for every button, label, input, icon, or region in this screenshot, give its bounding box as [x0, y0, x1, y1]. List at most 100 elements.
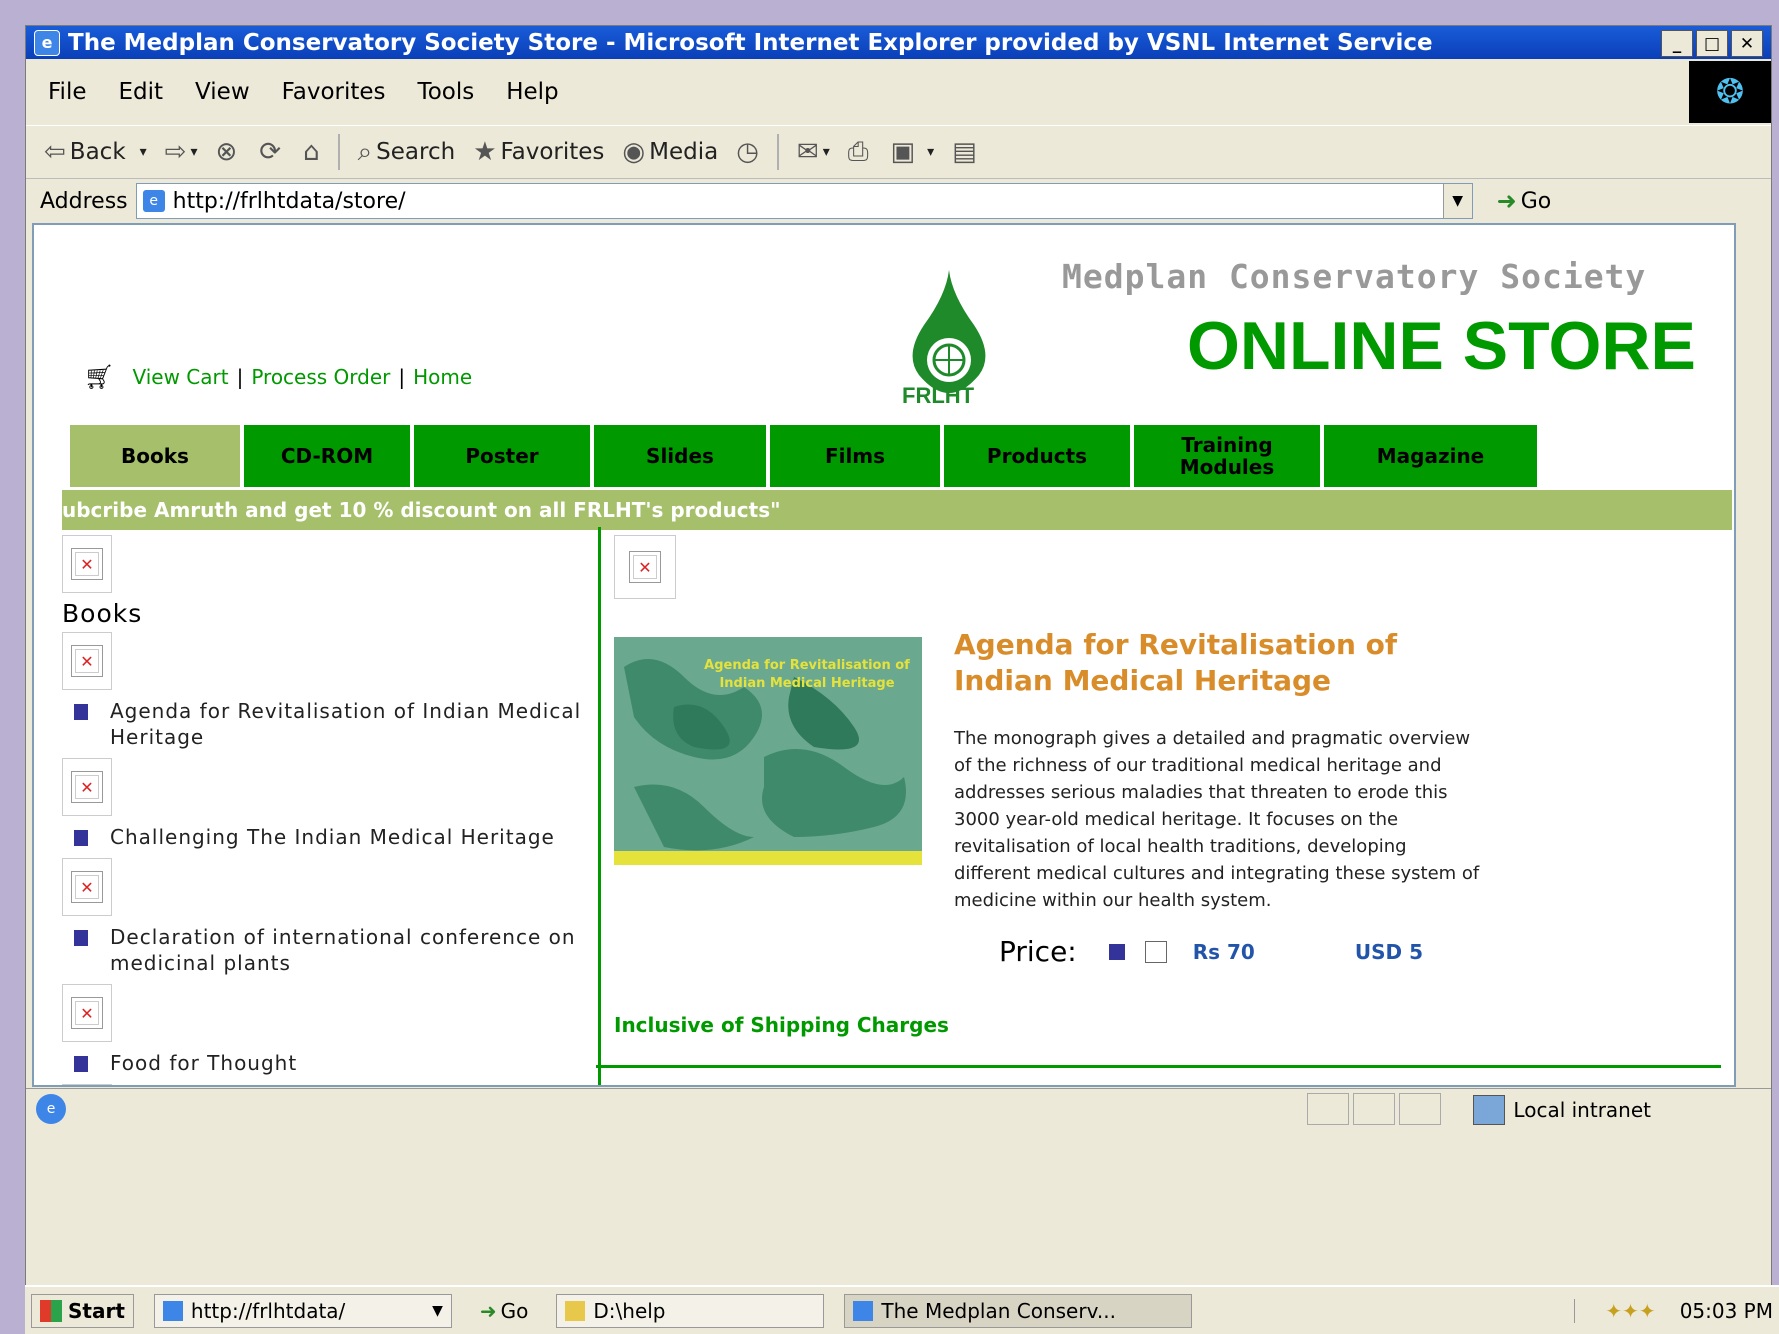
print-button[interactable]: ⎙ — [848, 137, 873, 168]
bullet-icon — [74, 1056, 88, 1072]
menu-view[interactable]: View — [195, 79, 250, 105]
bullet-icon — [74, 830, 88, 846]
frlht-logo[interactable]: FRLHT — [894, 265, 1004, 415]
media-button[interactable]: ◉ Media — [622, 137, 718, 167]
price-label: Price: — [999, 935, 1077, 968]
ie-icon — [853, 1300, 874, 1321]
go-arrow-icon: ➜ — [479, 1298, 497, 1323]
sidebar-book-link[interactable]: Challenging The Indian Medical Heritage — [74, 824, 607, 850]
mail-icon: ✉ — [796, 137, 819, 167]
tab-training-modules[interactable]: Training Modules — [1134, 425, 1320, 487]
maximize-button[interactable]: □ — [1696, 30, 1728, 57]
address-input[interactable]: e http://frlhtdata/store/ ▼ — [135, 183, 1473, 219]
broken-image: ✕ — [62, 758, 112, 816]
tab-books[interactable]: Books — [70, 425, 240, 487]
discuss-icon: ▤ — [952, 137, 977, 167]
broken-image-icon: ✕ — [71, 997, 103, 1029]
menu-edit[interactable]: Edit — [119, 79, 164, 105]
history-button[interactable]: ◷ — [736, 137, 763, 167]
status-cells — [1307, 1093, 1441, 1125]
broken-image-icon: ✕ — [629, 551, 661, 583]
address-dropdown-icon[interactable]: ▼ — [1442, 184, 1472, 218]
folder-icon — [565, 1300, 586, 1321]
sidebar: ✕ Books ✕ Agenda for Revitalisation of I… — [62, 535, 607, 1085]
home-button[interactable]: ⌂ — [303, 137, 324, 167]
toolbar-separator — [776, 134, 779, 170]
security-zone: Local intranet — [1473, 1095, 1651, 1125]
process-order-link[interactable]: Process Order — [251, 365, 390, 389]
discuss-button[interactable]: ▤ — [952, 137, 981, 167]
favorites-button[interactable]: ★ Favorites — [473, 137, 604, 167]
go-button[interactable]: ➜ Go — [1497, 187, 1552, 215]
menu-tools[interactable]: Tools — [418, 79, 475, 105]
back-arrow-icon: ⇦ — [44, 137, 66, 167]
tab-slides[interactable]: Slides — [594, 425, 766, 487]
edit-button[interactable]: ▣ ▾ — [891, 137, 935, 167]
clock: 05:03 PM — [1679, 1298, 1773, 1323]
search-icon: ⌕ — [357, 136, 373, 167]
close-button[interactable]: ✕ — [1731, 30, 1763, 57]
chevron-down-icon[interactable]: ▾ — [190, 144, 197, 160]
chevron-down-icon[interactable]: ▾ — [140, 144, 147, 160]
broken-image: ✕ — [614, 535, 676, 599]
system-tray: ✦✦✦ 05:03 PM — [1574, 1298, 1773, 1323]
cart-icon: 🛒︎ — [84, 363, 115, 391]
menu-help[interactable]: Help — [506, 79, 558, 105]
menu-file[interactable]: File — [48, 79, 87, 105]
chevron-down-icon[interactable]: ▾ — [823, 144, 830, 160]
tab-magazine[interactable]: Magazine — [1324, 425, 1537, 487]
home-icon: ⌂ — [303, 137, 320, 167]
product-detail: ✕ Agenda for Revitalisation of Indian Me… — [596, 535, 1724, 1085]
windows-flag-icon — [40, 1299, 62, 1322]
history-icon: ◷ — [736, 137, 759, 167]
category-nav: Books CD-ROM Poster Slides Films Product… — [70, 425, 1734, 487]
tray-icons[interactable]: ✦✦✦ — [1605, 1299, 1655, 1323]
tab-films[interactable]: Films — [770, 425, 940, 487]
refresh-button[interactable]: ⟳ — [259, 137, 285, 167]
broken-image: ✕ — [62, 632, 112, 690]
minimize-button[interactable]: _ — [1661, 30, 1693, 57]
link-separator: | — [236, 365, 244, 389]
forward-button[interactable]: ⇨ ▾ — [165, 137, 198, 167]
section-divider — [596, 1065, 1721, 1068]
broken-image-icon: ✕ — [71, 771, 103, 803]
taskbar-window-item[interactable]: The Medplan Conserv... — [844, 1293, 1193, 1328]
page-icon: e — [142, 190, 165, 212]
go-arrow-icon: ➜ — [1496, 187, 1517, 215]
taskbar-go-button[interactable]: ➜ Go — [472, 1295, 537, 1327]
broken-image: ✕ — [62, 984, 112, 1042]
bullet-icon — [74, 704, 88, 720]
chevron-down-icon[interactable]: ▼ — [432, 1303, 443, 1319]
toolbar-separator — [337, 134, 340, 170]
page-viewport: Medplan Conservatory Society ONLINE STOR… — [32, 223, 1736, 1087]
mail-button[interactable]: ✉ ▾ — [797, 137, 830, 167]
cover-title: Agenda for Revitalisation of Indian Medi… — [704, 658, 910, 692]
org-name: Medplan Conservatory Society — [1062, 257, 1647, 296]
sidebar-book-link[interactable]: Food for Thought — [74, 1050, 607, 1076]
forward-arrow-icon: ⇨ — [164, 137, 187, 167]
sidebar-book-link[interactable]: Agenda for Revitalisation of Indian Medi… — [74, 698, 607, 750]
chevron-down-icon[interactable]: ▾ — [927, 144, 934, 160]
taskbar-folder[interactable]: D:\help — [556, 1293, 825, 1328]
address-url: http://frlhtdata/store/ — [172, 188, 406, 214]
tab-poster[interactable]: Poster — [414, 425, 590, 487]
buy-checkbox[interactable] — [1144, 940, 1167, 963]
search-button[interactable]: ⌕ Search — [358, 137, 456, 168]
ie-logo-icon: e — [34, 29, 60, 56]
start-button[interactable]: Start — [31, 1293, 134, 1328]
taskbar-address-input[interactable]: http://frlhtdata/ ▼ — [153, 1293, 452, 1328]
edit-icon: ▣ — [890, 137, 916, 167]
home-link[interactable]: Home — [413, 365, 472, 389]
shipping-note: Inclusive of Shipping Charges — [614, 1013, 949, 1037]
tab-cd-rom[interactable]: CD-ROM — [244, 425, 410, 487]
view-cart-link[interactable]: View Cart — [132, 365, 228, 389]
sidebar-book-link[interactable]: Declaration of international conference … — [74, 924, 607, 976]
tab-products[interactable]: Products — [944, 425, 1130, 487]
stop-button[interactable]: ⊗ — [216, 137, 242, 167]
menu-favorites[interactable]: Favorites — [282, 79, 386, 105]
vertical-scrollbar[interactable]: ▲ ▼ — [1734, 225, 1736, 1083]
back-button[interactable]: ⇦ Back ▾ — [44, 137, 147, 167]
taskbar: Start http://frlhtdata/ ▼ ➜ Go D:\help T… — [25, 1285, 1779, 1334]
top-links: 🛒︎ View Cart | Process Order | Home — [84, 363, 472, 391]
broken-image: ✕ — [62, 535, 112, 593]
